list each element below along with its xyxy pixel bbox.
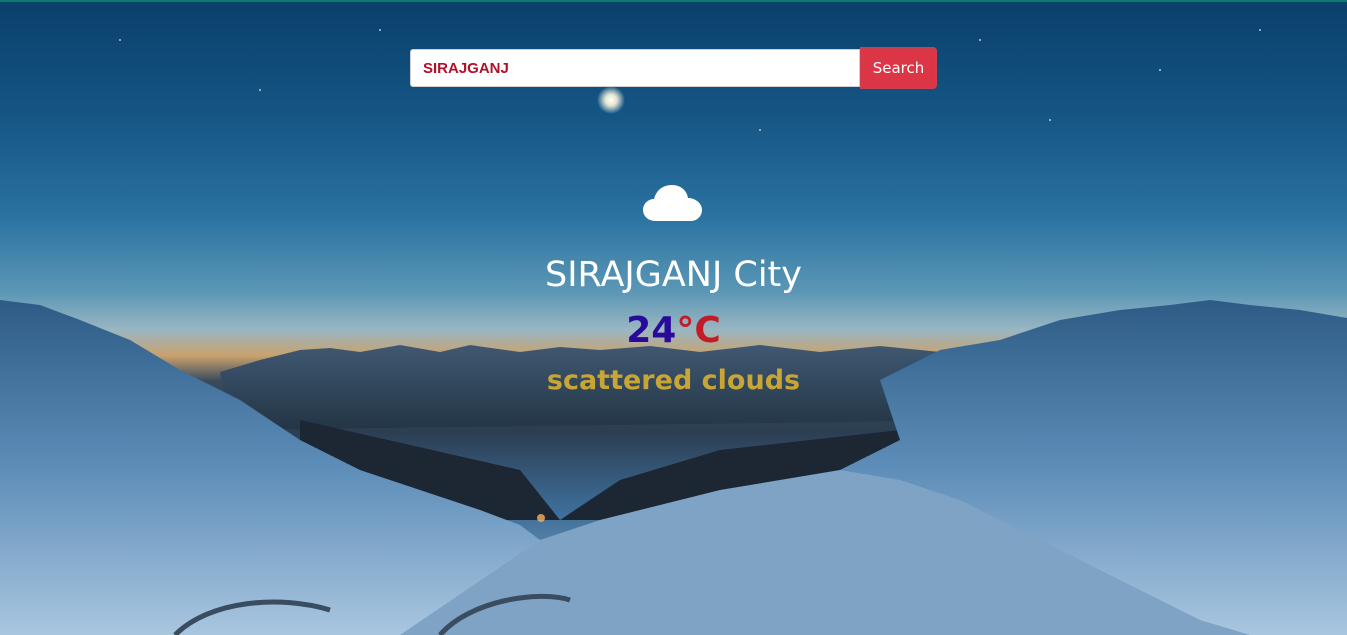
city-search-input[interactable] [410, 49, 860, 87]
cloud-icon [643, 185, 702, 221]
temperature: 24°C [0, 310, 1347, 351]
search-bar: Search [410, 47, 937, 89]
city-name: SIRAJGANJ City [545, 255, 802, 295]
search-button[interactable]: Search [860, 47, 937, 89]
temperature-value: 24 [626, 310, 677, 351]
weather-description: scattered clouds [546, 365, 801, 396]
temperature-unit: °C [676, 310, 721, 351]
